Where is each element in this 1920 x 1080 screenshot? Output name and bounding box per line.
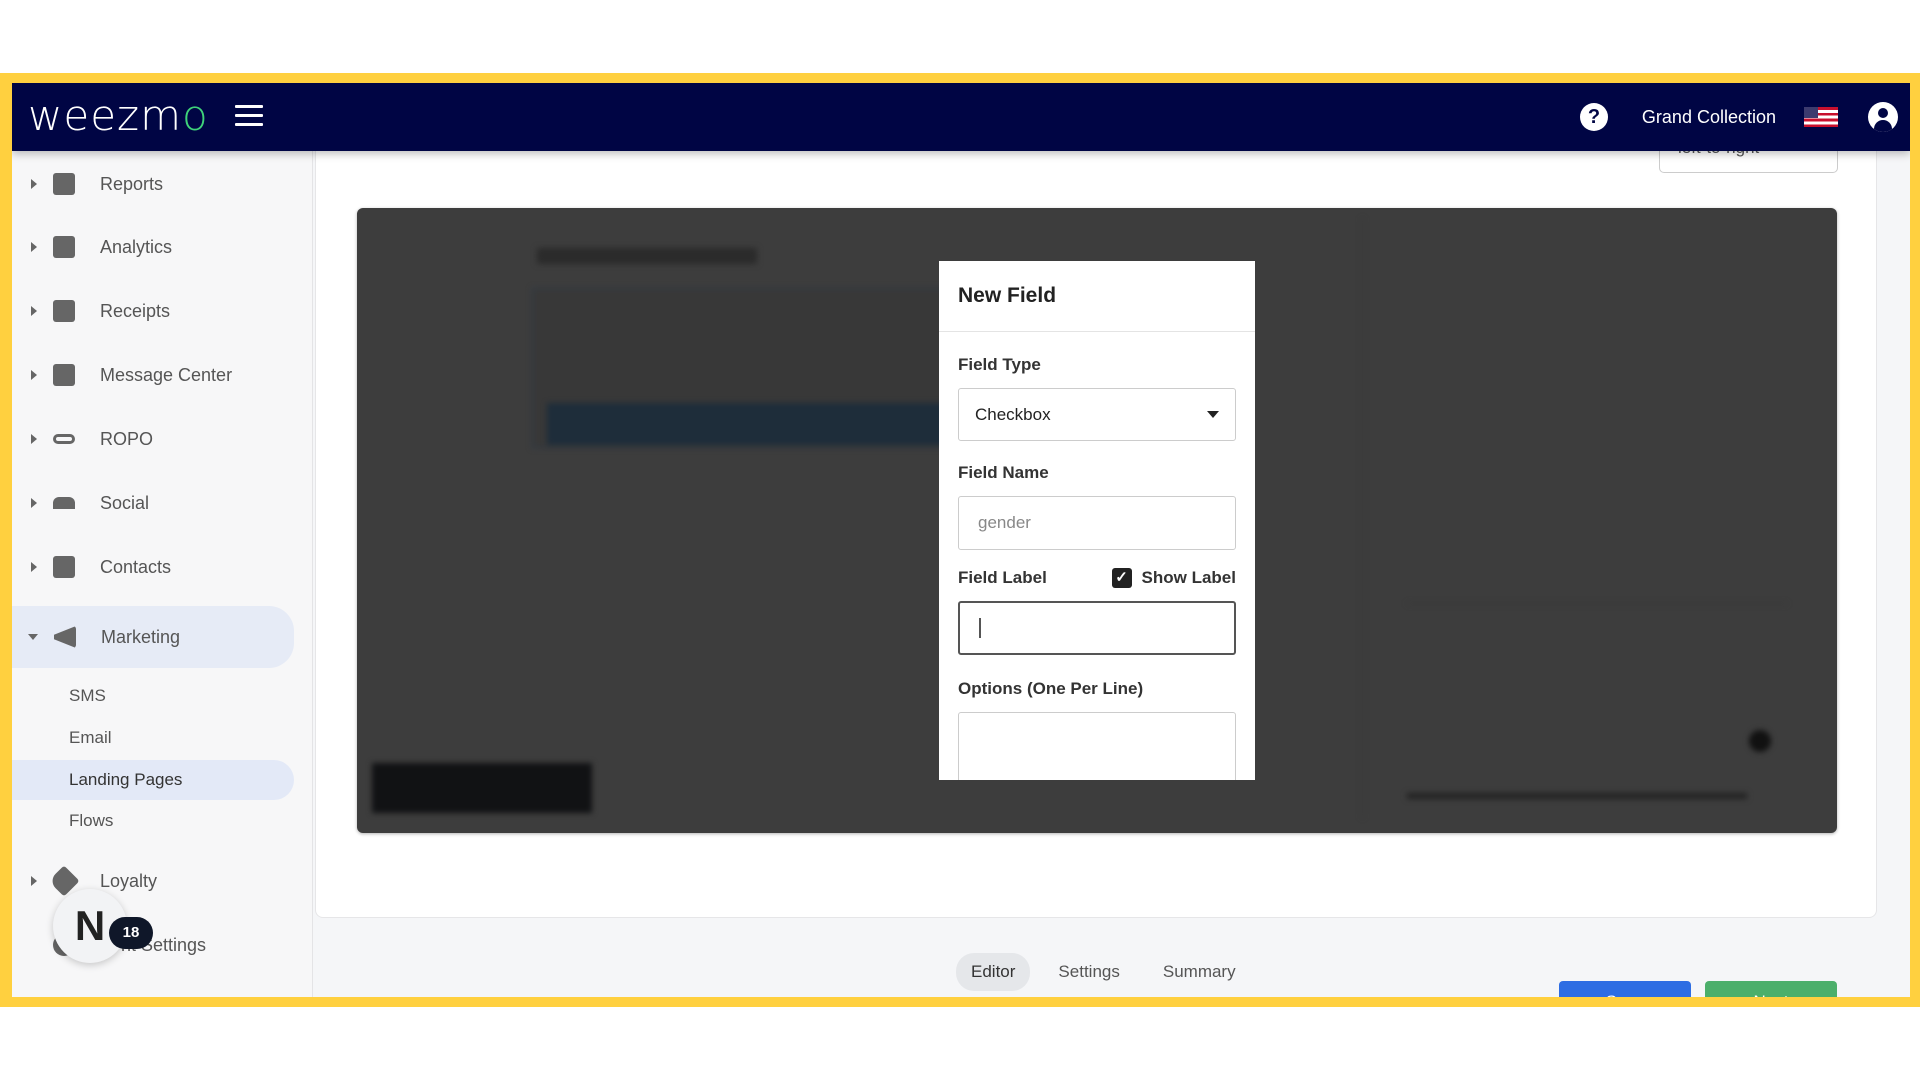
- caret-right-icon: [31, 370, 37, 380]
- dropdown-arrow-icon: [1207, 411, 1219, 418]
- sidebar: Reports Analytics Receipts Message Cente…: [12, 151, 313, 997]
- sidebar-item-analytics[interactable]: Analytics: [12, 222, 294, 272]
- sidebar-subitem-flows[interactable]: Flows: [12, 801, 294, 841]
- account-name[interactable]: Grand Collection: [1642, 107, 1776, 128]
- notification-count-badge: 18: [109, 917, 153, 949]
- blurred-toggle: [1749, 730, 1771, 752]
- tab-editor[interactable]: Editor: [956, 953, 1031, 991]
- caret-right-icon: [31, 434, 37, 444]
- menu-icon[interactable]: [235, 105, 263, 127]
- field-label-label: Field Label: [958, 568, 1047, 587]
- sidebar-subitem-email[interactable]: Email: [12, 718, 294, 758]
- user-icon[interactable]: [1868, 102, 1898, 132]
- dashboard-icon: [53, 173, 75, 195]
- sidebar-item-marketing[interactable]: Marketing: [12, 606, 294, 668]
- field-type-value: Checkbox: [975, 404, 1051, 424]
- top-header: weezmo ? Grand Collection: [12, 83, 1910, 151]
- infinity-icon: [53, 434, 75, 444]
- save-button[interactable]: Save: [1559, 981, 1691, 997]
- show-label-text: Show Label: [1141, 568, 1236, 587]
- tab-settings[interactable]: Settings: [1043, 953, 1134, 991]
- caret-right-icon: [31, 498, 37, 508]
- tab-summary[interactable]: Summary: [1148, 953, 1251, 991]
- main-card: left-to-right New Field Field Type Check…: [315, 131, 1877, 997]
- blurred-panel-line: [1407, 603, 1787, 604]
- field-type-select[interactable]: Checkbox: [958, 388, 1236, 441]
- caret-right-icon: [31, 876, 37, 886]
- caret-right-icon: [31, 562, 37, 572]
- next-button[interactable]: Next: [1705, 981, 1837, 997]
- checkmark-icon: ✓: [1111, 568, 1132, 588]
- caret-right-icon: [31, 306, 37, 316]
- text-cursor: [979, 618, 981, 638]
- bar-chart-icon: [53, 236, 75, 258]
- dialog-title: New Field: [939, 261, 1255, 332]
- contacts-icon: [53, 556, 75, 578]
- field-type-label: Field Type: [958, 355, 1041, 374]
- show-label-checkbox[interactable]: ✓ Show Label: [1111, 568, 1236, 588]
- sidebar-item-message-center[interactable]: Message Center: [12, 350, 294, 400]
- caret-right-icon: [31, 179, 37, 189]
- help-icon[interactable]: ?: [1579, 103, 1608, 131]
- us-flag-icon[interactable]: [1804, 107, 1838, 127]
- page-editor-backdrop: New Field Field Type Checkbox Field Name…: [357, 208, 1837, 833]
- blurred-submit: [547, 403, 947, 445]
- megaphone-icon: [54, 626, 76, 648]
- caret-down-icon: [28, 634, 38, 640]
- receipt-icon: [53, 300, 75, 322]
- sidebar-subitem-sms[interactable]: SMS: [12, 676, 294, 716]
- caret-right-icon: [31, 242, 37, 252]
- blurred-panel-divider: [1362, 218, 1363, 818]
- options-textarea[interactable]: [958, 712, 1236, 780]
- editor-tabs: Editor Settings Summary: [956, 953, 1264, 991]
- sidebar-subitem-landing-pages[interactable]: Landing Pages: [12, 760, 294, 800]
- field-label-input[interactable]: [958, 601, 1236, 655]
- sidebar-item-reports[interactable]: Reports: [12, 159, 294, 209]
- weezmo-logo[interactable]: weezmo: [28, 91, 209, 140]
- blurred-slider: [1407, 793, 1747, 799]
- new-field-dialog: New Field Field Type Checkbox Field Name…: [939, 261, 1255, 780]
- message-icon: [53, 364, 75, 386]
- sidebar-item-receipts[interactable]: Receipts: [12, 286, 294, 336]
- sidebar-item-ropo[interactable]: ROPO: [12, 414, 294, 464]
- field-name-input[interactable]: gender: [958, 496, 1236, 550]
- app-frame: weezmo ? Grand Collection Reports Analyt…: [0, 73, 1920, 1007]
- blurred-toolbar: [372, 763, 592, 813]
- options-label: Options (One Per Line): [958, 679, 1144, 698]
- blurred-heading: [537, 248, 757, 264]
- sidebar-item-social[interactable]: Social: [12, 478, 294, 528]
- sidebar-item-contacts[interactable]: Contacts: [12, 542, 294, 592]
- people-icon: [53, 497, 75, 509]
- field-name-label: Field Name: [958, 463, 1049, 482]
- sidebar-item-loyalty[interactable]: Loyalty: [12, 856, 294, 906]
